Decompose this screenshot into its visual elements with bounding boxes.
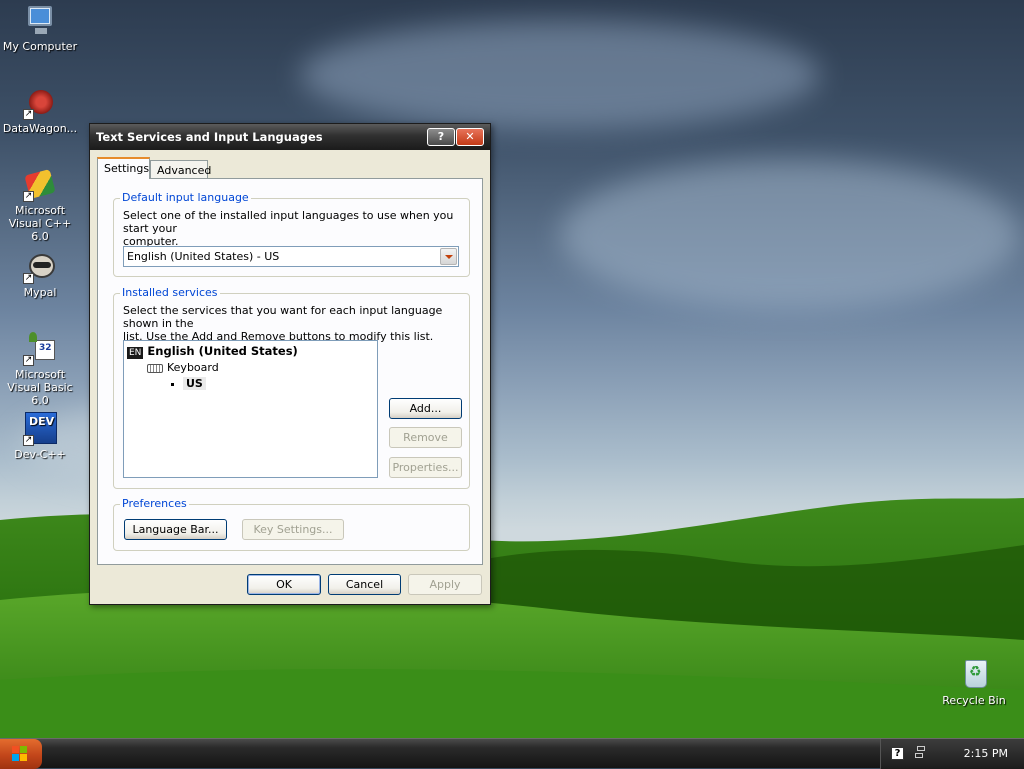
tree-item-language[interactable]: EN English (United States) [127,344,298,359]
shortcut-arrow-icon: ↗ [23,435,34,446]
desktop-icon-label: Microsoft Visual C++ 6.0 [8,204,72,243]
cancel-button[interactable]: Cancel [328,574,401,595]
dialog-title: Text Services and Input Languages [96,130,323,144]
language-bar-button[interactable]: Language Bar... [124,519,227,540]
desktop-icon-mypal[interactable]: ↗ Mypal [0,250,80,299]
tree-layout-label: US [183,377,206,390]
tree-item-layout[interactable]: US [171,377,206,390]
properties-button[interactable]: Properties... [389,457,462,478]
devcpp-icon: DEV ↗ [23,412,57,446]
desktop-icon-label: Mypal [23,286,57,299]
desktop-icon-datawagon[interactable]: ↗ DataWagon... [0,86,80,135]
windows-logo-icon [12,746,28,762]
desktop-icon-my-computer[interactable]: My Computer [0,4,80,53]
tree-keyboard-label: Keyboard [167,361,219,374]
bullet-icon [171,382,174,386]
close-button[interactable]: ✕ [456,128,484,146]
vb-badge: 32 [39,343,52,353]
tree-item-keyboard[interactable]: Keyboard [147,361,219,374]
devcpp-badge: DEV [29,415,55,428]
desktop-icon-label: Microsoft Visual Basic 6.0 [7,368,73,407]
group-description: Select the services that you want for ea… [123,304,469,343]
desktop-icon-devcpp[interactable]: DEV ↗ Dev-C++ [0,412,80,461]
language-badge-icon: EN [127,347,144,359]
desktop-icon-recycle-bin[interactable]: ♻ Recycle Bin [934,658,1014,707]
desktop-icon-label: My Computer [2,40,78,53]
group-legend: Installed services [120,286,220,299]
preferences-group: Preferences Language Bar... Key Settings… [113,497,470,551]
tab-settings[interactable]: Settings [97,157,150,179]
apply-button[interactable]: Apply [408,574,482,595]
text-services-dialog: Text Services and Input Languages ? ✕ Se… [89,123,491,605]
description-line: Select one of the installed input langua… [123,209,454,235]
key-settings-button[interactable]: Key Settings... [242,519,344,540]
desktop-icon-label: Recycle Bin [942,694,1006,707]
taskbar: ? 2:15 PM [0,738,1024,769]
tab-advanced[interactable]: Advanced [150,160,211,180]
add-button[interactable]: Add... [389,398,462,419]
installed-services-group: Installed services Select the services t… [113,286,470,489]
group-description: Select one of the installed input langua… [123,209,469,248]
help-button[interactable]: ? [427,128,455,146]
remove-button[interactable]: Remove [389,427,462,448]
network-tray-icon[interactable] [915,746,925,760]
shortcut-arrow-icon: ↗ [23,191,34,202]
recycle-bin-icon: ♻ [957,658,991,692]
default-input-group: Default input language Select one of the… [113,191,470,277]
keyboard-icon [147,363,163,373]
ok-button[interactable]: OK [247,574,321,595]
dialog-titlebar[interactable]: Text Services and Input Languages ? ✕ [90,124,490,150]
shortcut-arrow-icon: ↗ [23,355,34,366]
desktop-icon-visual-cpp[interactable]: ↗ Microsoft Visual C++ 6.0 [0,168,80,243]
group-legend: Default input language [120,191,251,204]
services-tree[interactable]: EN English (United States) Keyboard US [123,340,378,478]
shortcut-arrow-icon: ↗ [23,109,34,120]
clock[interactable]: 2:15 PM [964,747,1008,760]
mypal-icon: ↗ [23,250,57,284]
desktop-icon-label: DataWagon... [2,122,78,135]
chevron-down-icon[interactable] [440,248,457,265]
desktop-icon-visual-basic[interactable]: 32 ↗ Microsoft Visual Basic 6.0 [0,332,80,407]
vb6-icon: 32 ↗ [23,332,57,366]
select-value: English (United States) - US [127,250,280,263]
datawagon-icon: ↗ [23,86,57,120]
description-line: Select the services that you want for ea… [123,304,443,330]
group-legend: Preferences [120,497,189,510]
start-button[interactable] [0,739,42,769]
default-language-select[interactable]: English (United States) - US [123,246,459,267]
shortcut-arrow-icon: ↗ [23,273,34,284]
desktop-icon-label: Dev-C++ [14,448,66,461]
tree-language-label: English (United States) [147,344,298,358]
system-tray: ? 2:15 PM [880,739,1024,769]
settings-panel: Default input language Select one of the… [97,178,483,565]
help-tray-icon[interactable]: ? [891,747,904,760]
computer-icon [23,4,57,38]
vc6-icon: ↗ [23,168,57,202]
